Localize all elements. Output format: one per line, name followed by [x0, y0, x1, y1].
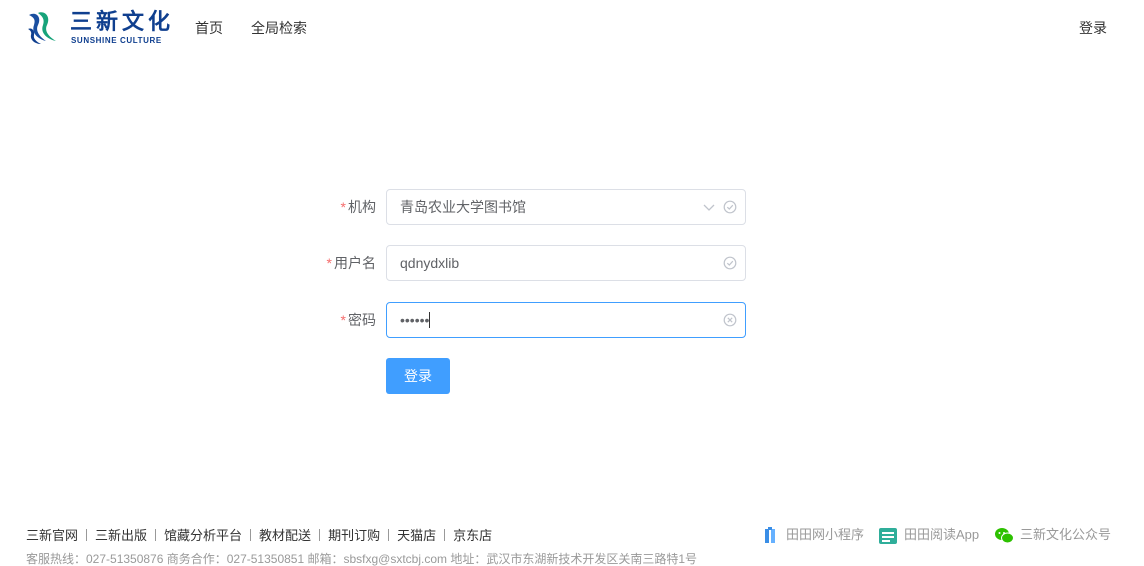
mini-program-icon — [765, 526, 775, 543]
institution-select[interactable]: 青岛农业大学图书馆 — [386, 189, 746, 225]
institution-label-text: 机构 — [348, 199, 376, 215]
header-login-link[interactable]: 登录 — [1079, 19, 1107, 37]
wechat-icon — [995, 527, 1014, 544]
password-label: * 密码 — [341, 302, 376, 338]
footer-app-label: 三新文化公众号 — [1020, 527, 1112, 542]
required-mark: * — [340, 199, 346, 215]
footer-app-reading[interactable]: 田田阅读App — [878, 525, 979, 545]
institution-value: 青岛农业大学图书馆 — [400, 199, 526, 215]
brand-name-cn: 三新文化 — [70, 9, 175, 34]
username-value: qdnydxlib — [400, 255, 460, 271]
footer-links: 三新官网 三新出版 馆藏分析平台 教材配送 期刊订购 天猫店 京东店 — [26, 527, 492, 544]
clear-circle-icon[interactable] — [723, 313, 737, 327]
institution-label: * 机构 — [341, 189, 376, 225]
footer-link[interactable]: 馆藏分析平台 — [164, 528, 242, 543]
footer-divider — [319, 529, 321, 541]
footer-contact-line: 客服热线：027-51350876 商务合作：027-51350851 邮箱：s… — [26, 552, 698, 566]
brand-name-en: SUNSHINE CULTURE — [71, 36, 162, 45]
username-label: * 用户名 — [327, 245, 376, 281]
footer-link[interactable]: 三新官网 — [26, 528, 78, 543]
username-input[interactable]: qdnydxlib — [386, 245, 746, 281]
username-row: * 用户名 qdnydxlib — [300, 245, 746, 281]
username-label-text: 用户名 — [334, 255, 376, 271]
footer-link[interactable]: 京东店 — [453, 528, 492, 543]
password-row: * 密码 •••••• — [300, 302, 746, 338]
footer-divider — [444, 529, 446, 541]
check-circle-icon — [723, 200, 737, 214]
footer-link[interactable]: 期刊订购 — [328, 528, 380, 543]
check-circle-icon — [723, 256, 737, 270]
text-caret — [429, 312, 430, 328]
nav-global-search[interactable]: 全局检索 — [251, 19, 307, 37]
reading-app-icon — [879, 527, 897, 544]
footer-link[interactable]: 三新出版 — [95, 528, 147, 543]
required-mark: * — [340, 312, 346, 328]
login-submit-button[interactable]: 登录 — [386, 358, 450, 394]
password-input[interactable]: •••••• — [386, 302, 746, 338]
footer-app-mini-program[interactable]: 田田网小程序 — [762, 525, 864, 545]
password-masked-value: •••••• — [400, 312, 430, 328]
password-label-text: 密码 — [348, 312, 376, 328]
footer-link[interactable]: 天猫店 — [397, 528, 436, 543]
footer-divider — [86, 529, 88, 541]
logo-mark-icon — [28, 12, 56, 44]
footer-divider — [250, 529, 252, 541]
footer-link[interactable]: 教材配送 — [259, 528, 311, 543]
footer-divider — [388, 529, 390, 541]
footer-app-label: 田田阅读App — [904, 527, 980, 542]
footer-divider — [155, 529, 157, 541]
brand-logo[interactable]: 三新文化 SUNSHINE CULTURE — [26, 9, 176, 47]
required-mark: * — [326, 255, 332, 271]
footer-app-label: 田田网小程序 — [786, 527, 865, 542]
nav-home[interactable]: 首页 — [195, 19, 223, 37]
top-header: 三新文化 SUNSHINE CULTURE 首页 全局检索 登录 — [0, 0, 1144, 56]
institution-row: * 机构 青岛农业大学图书馆 — [300, 189, 746, 225]
footer-app-wechat[interactable]: 三新文化公众号 — [994, 525, 1111, 545]
chevron-down-icon[interactable] — [703, 201, 715, 213]
